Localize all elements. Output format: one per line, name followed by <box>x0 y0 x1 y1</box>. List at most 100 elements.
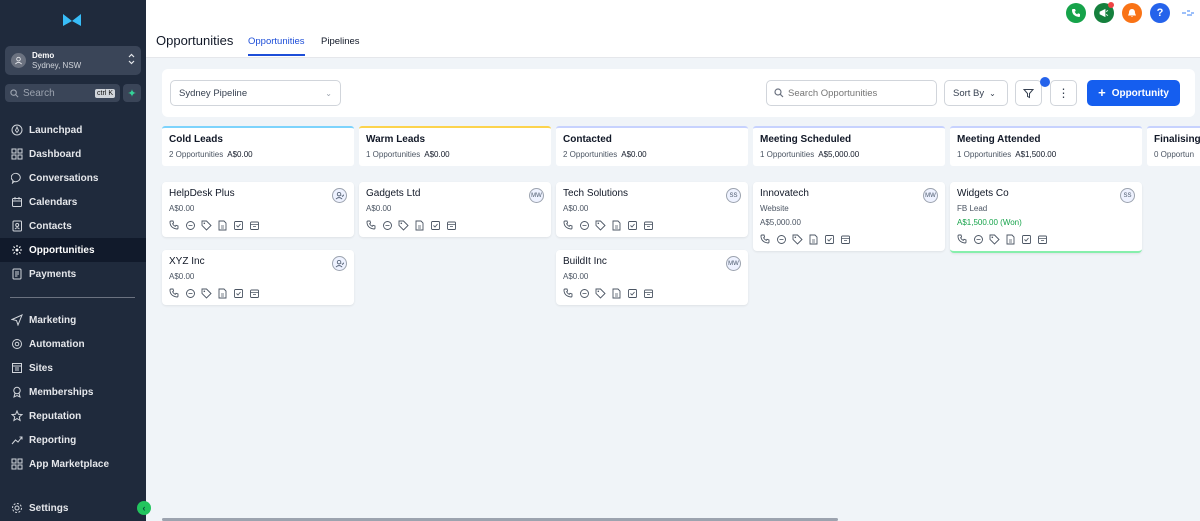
calendar-icon[interactable] <box>1037 234 1048 245</box>
sort-by-label: Sort By <box>953 87 985 99</box>
tag-icon[interactable] <box>398 220 409 231</box>
phone-icon[interactable] <box>366 220 377 231</box>
sidebar-item-launchpad[interactable]: Launchpad <box>0 118 146 142</box>
phone-icon[interactable] <box>169 288 180 299</box>
phone-icon[interactable] <box>1066 3 1086 23</box>
opportunity-card[interactable]: Tech Solutions A$0.00 SS <box>556 182 748 237</box>
phone-icon[interactable] <box>957 234 968 245</box>
calendar-icon[interactable] <box>249 288 260 299</box>
document-icon[interactable] <box>414 220 425 231</box>
chat-icon[interactable] <box>185 288 196 299</box>
opportunity-title: Innovatech <box>760 188 809 199</box>
calendar-icon[interactable] <box>643 288 654 299</box>
document-icon[interactable] <box>217 220 228 231</box>
sidebar-item-app-marketplace[interactable]: App Marketplace <box>0 452 146 476</box>
task-icon[interactable] <box>430 220 441 231</box>
sidebar-item-reputation[interactable]: Reputation <box>0 404 146 428</box>
sidebar-item-reporting[interactable]: Reporting <box>0 428 146 452</box>
sidebar-item-contacts[interactable]: Contacts <box>0 214 146 238</box>
sidebar-search[interactable]: Search ctrl K <box>5 84 120 102</box>
search-opportunities[interactable] <box>766 80 937 106</box>
task-icon[interactable] <box>824 234 835 245</box>
phone-icon[interactable] <box>760 234 771 245</box>
chat-icon[interactable] <box>579 288 590 299</box>
opportunity-card[interactable]: Gadgets Ltd A$0.00 MW <box>359 182 551 237</box>
task-icon[interactable] <box>233 220 244 231</box>
document-icon[interactable] <box>611 288 622 299</box>
owner-avatar[interactable]: MW <box>529 188 544 203</box>
chat-icon[interactable] <box>185 220 196 231</box>
document-icon[interactable] <box>808 234 819 245</box>
owner-avatar[interactable]: SS <box>1120 188 1135 203</box>
document-icon[interactable] <box>611 220 622 231</box>
chat-icon[interactable] <box>579 220 590 231</box>
task-icon[interactable] <box>1021 234 1032 245</box>
more-options-button[interactable]: ⋮ <box>1050 80 1077 106</box>
calendar-icon[interactable] <box>249 220 260 231</box>
owner-avatar[interactable]: SS <box>726 188 741 203</box>
opportunity-card[interactable]: HelpDesk Plus A$0.00 <box>162 182 354 237</box>
opportunity-card[interactable]: BuildIt Inc A$0.00 MW <box>556 250 748 305</box>
sidebar-item-conversations[interactable]: Conversations <box>0 166 146 190</box>
ai-sparkle-icon[interactable]: ✦ <box>123 84 141 102</box>
phone-icon[interactable] <box>563 220 574 231</box>
opportunity-title: BuildIt Inc <box>563 256 607 267</box>
chat-icon[interactable] <box>382 220 393 231</box>
collapse-sidebar-button[interactable]: ‹ <box>137 501 151 515</box>
calendar-icon[interactable] <box>643 220 654 231</box>
sidebar-item-marketing[interactable]: Marketing <box>0 308 146 332</box>
opportunity-card[interactable]: Innovatech Website A$5,000.00 MW <box>753 182 945 251</box>
sidebar-item-memberships[interactable]: Memberships <box>0 380 146 404</box>
phone-icon[interactable] <box>563 288 574 299</box>
filter-button[interactable] <box>1015 80 1042 106</box>
tag-icon[interactable] <box>595 220 606 231</box>
tag-icon[interactable] <box>595 288 606 299</box>
notification-dot <box>1108 2 1114 8</box>
tab-opportunities[interactable]: Opportunities <box>248 36 305 56</box>
tag-icon[interactable] <box>792 234 803 245</box>
logo-icon[interactable] <box>62 12 82 28</box>
task-icon[interactable] <box>233 288 244 299</box>
sidebar-item-opportunities[interactable]: Opportunities <box>0 238 146 262</box>
sidebar-item-calendars[interactable]: Calendars <box>0 190 146 214</box>
search-icon <box>774 88 784 98</box>
opportunity-card[interactable]: XYZ Inc A$0.00 <box>162 250 354 305</box>
tag-icon[interactable] <box>989 234 1000 245</box>
sidebar-item-label: Reputation <box>29 410 82 422</box>
tab-pipelines[interactable]: Pipelines <box>321 36 360 56</box>
apps-icon <box>11 458 23 470</box>
task-icon[interactable] <box>627 220 638 231</box>
assign-user-icon[interactable] <box>332 188 347 203</box>
assign-user-icon[interactable] <box>332 256 347 271</box>
owner-avatar[interactable]: MW <box>726 256 741 271</box>
chat-icon[interactable] <box>776 234 787 245</box>
owner-avatar[interactable]: MW <box>923 188 938 203</box>
bell-icon[interactable] <box>1122 3 1142 23</box>
task-icon[interactable] <box>627 288 638 299</box>
sidebar-item-dashboard[interactable]: Dashboard <box>0 142 146 166</box>
tag-icon[interactable] <box>201 288 212 299</box>
sidebar-item-automation[interactable]: Automation <box>0 332 146 356</box>
add-opportunity-button[interactable]: + Opportunity <box>1087 80 1180 106</box>
account-switcher[interactable]: Demo Sydney, NSW <box>5 46 141 75</box>
sort-by-button[interactable]: Sort By ⌄ <box>944 80 1008 106</box>
calendar-icon[interactable] <box>840 234 851 245</box>
chat-icon[interactable] <box>973 234 984 245</box>
search-opportunities-input[interactable] <box>788 87 928 99</box>
phone-icon[interactable] <box>169 220 180 231</box>
help-icon[interactable]: ? <box>1150 3 1170 23</box>
calendar-icon[interactable] <box>446 220 457 231</box>
card-actions <box>366 220 544 231</box>
sidebar-item-sites[interactable]: Sites <box>0 356 146 380</box>
sidebar-item-settings[interactable]: Settings <box>0 496 146 520</box>
tag-icon[interactable] <box>201 220 212 231</box>
pipeline-select[interactable]: Sydney Pipeline ⌄ <box>170 80 341 106</box>
automation-icon <box>12 339 22 349</box>
document-icon[interactable] <box>217 288 228 299</box>
document-icon[interactable] <box>1005 234 1016 245</box>
sidebar-item-label: Settings <box>29 502 69 514</box>
sidebar-item-payments[interactable]: Payments <box>0 262 146 286</box>
calendar-icon <box>12 197 22 207</box>
opportunity-card[interactable]: Widgets Co FB Lead A$1,500.00 (Won) SS <box>950 182 1142 253</box>
column-amount: A$0.00 <box>621 150 647 159</box>
